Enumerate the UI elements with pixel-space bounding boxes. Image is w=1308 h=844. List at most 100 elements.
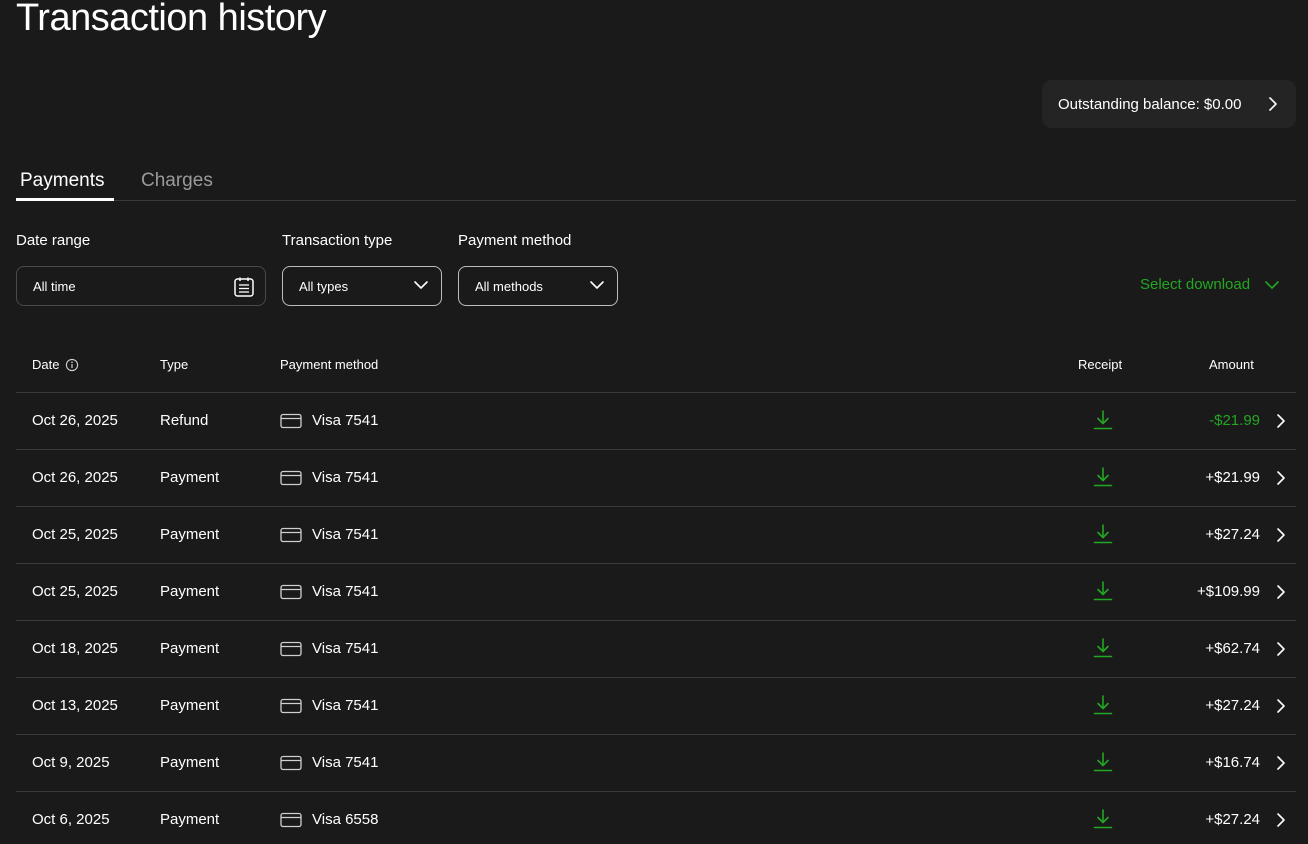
row-payment-method: Visa 7541 [280, 469, 378, 486]
row-amount: +$62.74 [1205, 640, 1260, 657]
tab-charges[interactable]: Charges [141, 170, 213, 201]
row-date: Oct 26, 2025 [32, 412, 118, 429]
download-icon[interactable] [1092, 808, 1114, 830]
row-amount: +$27.24 [1205, 697, 1260, 714]
column-header-payment-method: Payment method [280, 357, 379, 372]
row-payment-method-label: Visa 7541 [312, 526, 379, 543]
download-icon[interactable] [1092, 409, 1114, 431]
row-payment-method-label: Visa 7541 [312, 412, 379, 429]
payment-method-value: All methods [475, 278, 543, 294]
credit-card-icon [280, 641, 302, 656]
credit-card-icon [280, 584, 302, 599]
chevron-down-icon [590, 281, 604, 289]
row-type: Payment [160, 469, 220, 486]
row-type: Payment [160, 697, 220, 714]
tab-payments[interactable]: Payments [16, 170, 114, 201]
chevron-right-icon[interactable] [1276, 755, 1286, 771]
table-row[interactable]: Oct 25, 2025 Payment Visa 7541 +$27.24 [16, 507, 1296, 564]
table-row[interactable]: Oct 9, 2025 Payment Visa 7541 +$16.74 [16, 735, 1296, 792]
column-header-amount: Amount [1209, 357, 1254, 372]
row-type: Payment [160, 640, 220, 657]
download-icon[interactable] [1092, 466, 1114, 488]
row-payment-method: Visa 7541 [280, 412, 378, 429]
credit-card-icon [280, 698, 302, 713]
credit-card-icon [280, 527, 302, 542]
row-payment-method: Visa 7541 [280, 697, 378, 714]
tab-bar: Payments Charges [16, 164, 1296, 201]
date-range-value: All time [33, 278, 76, 294]
table-row[interactable]: Oct 26, 2025 Refund Visa 7541 -$21.99 [16, 393, 1296, 450]
transactions-table: Date Type Payment method Receipt Amount … [16, 338, 1296, 844]
date-range-field[interactable]: All time [16, 266, 266, 306]
row-date: Oct 25, 2025 [32, 583, 118, 600]
column-header-date-label: Date [32, 357, 60, 372]
row-amount: +$16.74 [1205, 754, 1260, 771]
transaction-history-page: Transaction history Outstanding balance:… [0, 0, 1308, 844]
table-row[interactable]: Oct 26, 2025 Payment Visa 7541 +$21.99 [16, 450, 1296, 507]
table-row[interactable]: Oct 6, 2025 Payment Visa 6558 +$27.24 [16, 792, 1296, 844]
select-download-label: Select download [1140, 276, 1251, 293]
credit-card-icon [280, 812, 302, 827]
row-amount: +$27.24 [1205, 526, 1260, 543]
transaction-type-value: All types [299, 278, 349, 294]
row-payment-method-label: Visa 7541 [312, 697, 379, 714]
chevron-right-icon[interactable] [1276, 698, 1286, 714]
calendar-icon[interactable] [233, 276, 255, 298]
row-payment-method-label: Visa 6558 [312, 811, 379, 828]
chevron-right-icon[interactable] [1276, 470, 1286, 486]
table-header: Date Type Payment method Receipt Amount [16, 338, 1296, 393]
chevron-right-icon[interactable] [1276, 584, 1286, 600]
payment-method-label: Payment method [458, 232, 572, 249]
row-payment-method-label: Visa 7541 [312, 754, 379, 771]
transaction-type-label: Transaction type [282, 232, 393, 249]
row-date: Oct 13, 2025 [32, 697, 118, 714]
chevron-right-icon[interactable] [1276, 812, 1286, 828]
download-icon[interactable] [1092, 523, 1114, 545]
row-amount: +$27.24 [1205, 811, 1260, 828]
row-payment-method-label: Visa 7541 [312, 469, 379, 486]
credit-card-icon [280, 413, 302, 428]
row-payment-method: Visa 7541 [280, 754, 378, 771]
row-type: Payment [160, 811, 220, 828]
row-type: Payment [160, 583, 220, 600]
row-date: Oct 25, 2025 [32, 526, 118, 543]
download-icon[interactable] [1092, 751, 1114, 773]
table-row[interactable]: Oct 18, 2025 Payment Visa 7541 +$62.74 [16, 621, 1296, 678]
credit-card-icon [280, 755, 302, 770]
chevron-right-icon[interactable] [1276, 527, 1286, 543]
date-range-label: Date range [16, 232, 91, 249]
table-body: Oct 26, 2025 Refund Visa 7541 -$21.99 Oct 26… [16, 393, 1296, 844]
row-amount: +$21.99 [1205, 469, 1260, 486]
outstanding-balance-button[interactable]: Outstanding balance: $0.00 [1042, 80, 1296, 128]
table-row[interactable]: Oct 25, 2025 Payment Visa 7541 +$109.99 [16, 564, 1296, 621]
row-payment-method-label: Visa 7541 [312, 583, 379, 600]
info-icon[interactable] [65, 358, 79, 372]
row-payment-method: Visa 7541 [280, 640, 378, 657]
payment-method-dropdown[interactable]: All methods [458, 266, 618, 306]
page-title: Transaction history [16, 0, 327, 39]
row-payment-method: Visa 7541 [280, 583, 378, 600]
row-date: Oct 9, 2025 [32, 754, 110, 771]
outstanding-balance-label: Outstanding balance: $0.00 [1058, 95, 1242, 113]
download-icon[interactable] [1092, 637, 1114, 659]
credit-card-icon [280, 470, 302, 485]
row-type: Payment [160, 754, 220, 771]
row-amount: +$109.99 [1197, 583, 1260, 600]
row-amount: -$21.99 [1209, 412, 1260, 429]
row-date: Oct 18, 2025 [32, 640, 118, 657]
column-header-date[interactable]: Date [32, 357, 79, 372]
row-payment-method: Visa 6558 [280, 811, 378, 828]
chevron-down-icon [1265, 280, 1279, 289]
table-row[interactable]: Oct 13, 2025 Payment Visa 7541 +$27.24 [16, 678, 1296, 735]
download-icon[interactable] [1092, 580, 1114, 602]
row-date: Oct 26, 2025 [32, 469, 118, 486]
chevron-right-icon[interactable] [1276, 413, 1286, 429]
row-date: Oct 6, 2025 [32, 811, 110, 828]
row-payment-method-label: Visa 7541 [312, 640, 379, 657]
select-download-button[interactable]: Select download [1140, 276, 1280, 293]
download-icon[interactable] [1092, 694, 1114, 716]
chevron-right-icon [1269, 97, 1277, 111]
transaction-type-dropdown[interactable]: All types [282, 266, 442, 306]
column-header-type: Type [160, 357, 189, 372]
chevron-right-icon[interactable] [1276, 641, 1286, 657]
